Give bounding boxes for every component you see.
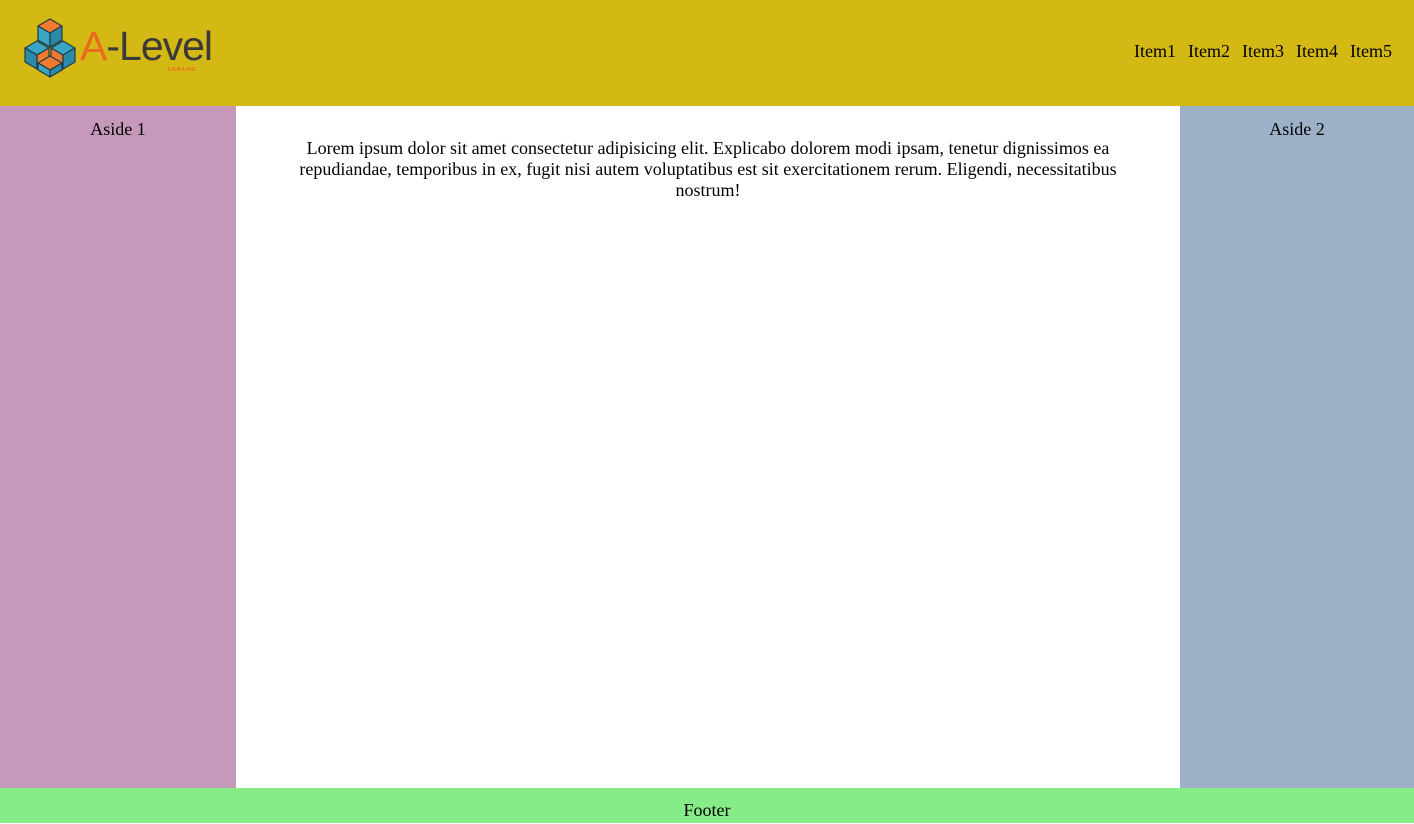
nav-item-3[interactable]: Item3 xyxy=(1242,40,1284,62)
logo-wordmark-prefix: A xyxy=(80,23,107,69)
aside-right-title: Aside 2 xyxy=(1269,119,1325,139)
footer-text: Footer xyxy=(683,800,731,820)
logo-subtitle: UKRAINE xyxy=(168,67,197,73)
nav-item-5[interactable]: Item5 xyxy=(1350,40,1392,62)
nav-item-4[interactable]: Item4 xyxy=(1296,40,1338,62)
main-content: Lorem ipsum dolor sit amet consectetur a… xyxy=(236,106,1180,788)
site-footer: Footer xyxy=(0,788,1414,823)
aside-left: Aside 1 xyxy=(0,106,236,788)
nav-item-1[interactable]: Item1 xyxy=(1134,40,1176,62)
main-nav: Item1 Item2 Item3 Item4 Item5 xyxy=(1134,40,1392,62)
cube-cluster-logo-icon xyxy=(24,18,76,78)
logo-wordmark-rest: -Level xyxy=(106,23,213,69)
main-paragraph: Lorem ipsum dolor sit amet consectetur a… xyxy=(299,138,1117,200)
page: A-Level UKRAINE Item1 Item2 Item3 Item4 … xyxy=(0,0,1414,824)
logo-wordmark: A-Level xyxy=(80,22,213,70)
nav-item-2[interactable]: Item2 xyxy=(1188,40,1230,62)
logo[interactable]: A-Level UKRAINE xyxy=(22,17,213,79)
aside-right: Aside 2 xyxy=(1180,106,1414,788)
site-header: A-Level UKRAINE Item1 Item2 Item3 Item4 … xyxy=(0,0,1414,106)
aside-left-title: Aside 1 xyxy=(90,119,146,139)
